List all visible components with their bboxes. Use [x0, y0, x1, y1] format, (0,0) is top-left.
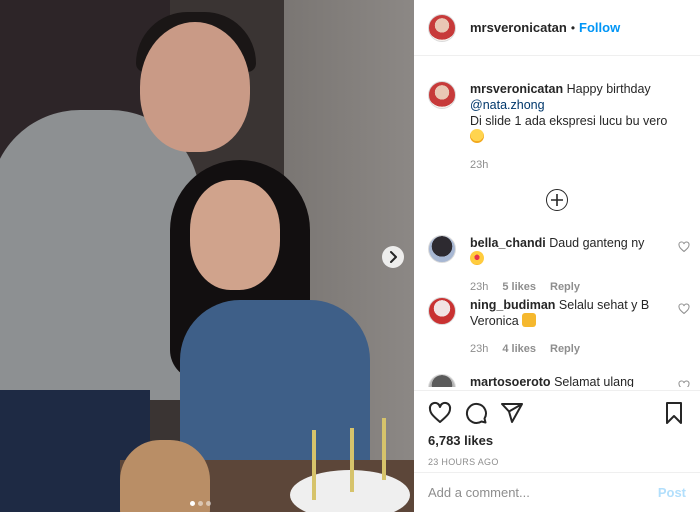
comment-likes-link[interactable]: 5 likes [502, 279, 536, 295]
like-comment-button[interactable] [678, 303, 690, 318]
caption-username[interactable]: mrsveronicatan [470, 82, 563, 96]
comment-text: Daud ganteng ny [549, 236, 645, 250]
like-comment-button[interactable] [678, 380, 690, 387]
post-actions: 6,783 likes 23 HOURS AGO [414, 390, 700, 467]
post-side-panel: mrsveronicatan • Follow mrsveronicatan H… [414, 0, 700, 512]
comment-time: 23h [470, 281, 489, 293]
comment-likes-link[interactable]: 4 likes [502, 341, 536, 357]
caption-mention-link[interactable]: @nata.zhong [470, 98, 545, 112]
comment-username[interactable]: ning_budiman [470, 298, 555, 312]
comment-bubble-icon[interactable] [464, 401, 488, 425]
share-send-icon[interactable] [500, 401, 524, 425]
heart-eyes-emoji-icon [470, 251, 484, 265]
carousel-dot [198, 501, 203, 506]
carousel-dot [206, 501, 211, 506]
post-header: mrsveronicatan • Follow [414, 0, 700, 56]
commenter-avatar[interactable] [428, 374, 456, 387]
commenter-avatar[interactable] [428, 235, 456, 263]
carousel-dot [190, 501, 195, 506]
author-avatar[interactable] [428, 13, 456, 42]
load-more-comments-button[interactable] [546, 189, 568, 211]
caption-text-line2: Di slide 1 ada ekspresi lucu bu vero [470, 114, 668, 128]
like-heart-icon[interactable] [428, 401, 452, 425]
post-comment-button[interactable]: Post [658, 485, 686, 500]
heart-outline-icon [678, 380, 690, 387]
comment-item: bella_chandi Daud ganteng ny 23h 5 likes… [428, 235, 690, 295]
heart-outline-icon [678, 241, 690, 253]
post-caption: mrsveronicatan Happy birthday @nata.zhon… [414, 57, 700, 173]
comment-reply-button[interactable]: Reply [550, 279, 580, 295]
bookmark-icon[interactable] [662, 401, 686, 425]
comment-item: martosoeroto Selamat ulang [428, 374, 690, 387]
carousel-indicator [190, 501, 211, 506]
follow-button[interactable]: Follow [579, 20, 620, 35]
post-photo[interactable] [0, 0, 414, 512]
caption-text: Happy birthday [566, 82, 651, 96]
heart-outline-icon [678, 303, 690, 315]
caption-avatar[interactable] [428, 81, 456, 109]
header-separator: • [570, 20, 576, 35]
author-username[interactable]: mrsveronicatan [470, 20, 567, 35]
comment-time: 23h [470, 343, 489, 355]
like-count[interactable]: 6,783 likes [428, 433, 686, 448]
post-timestamp: 23 HOURS AGO [428, 457, 499, 467]
commenter-avatar[interactable] [428, 297, 456, 325]
thumbs-up-emoji-icon [522, 313, 537, 327]
comment-item: ning_budiman Selalu sehat y B Veronica 2… [428, 297, 690, 357]
comment-input[interactable] [428, 485, 658, 500]
like-comment-button[interactable] [678, 241, 690, 256]
grinning-face-emoji-icon [470, 129, 484, 143]
carousel-next-button[interactable] [382, 246, 404, 268]
comment-reply-button[interactable]: Reply [550, 341, 580, 357]
add-comment-bar: Post [414, 472, 700, 512]
comment-username[interactable]: martosoeroto [470, 375, 551, 387]
comment-text: Selamat ulang [554, 375, 634, 387]
instagram-post-view: mrsveronicatan • Follow mrsveronicatan H… [0, 0, 700, 512]
caption-time: 23h [470, 159, 489, 171]
comments-list[interactable]: mrsveronicatan Happy birthday @nata.zhon… [414, 57, 700, 387]
chevron-right-icon [390, 251, 397, 263]
plus-icon [551, 194, 563, 206]
comment-username[interactable]: bella_chandi [470, 236, 546, 250]
